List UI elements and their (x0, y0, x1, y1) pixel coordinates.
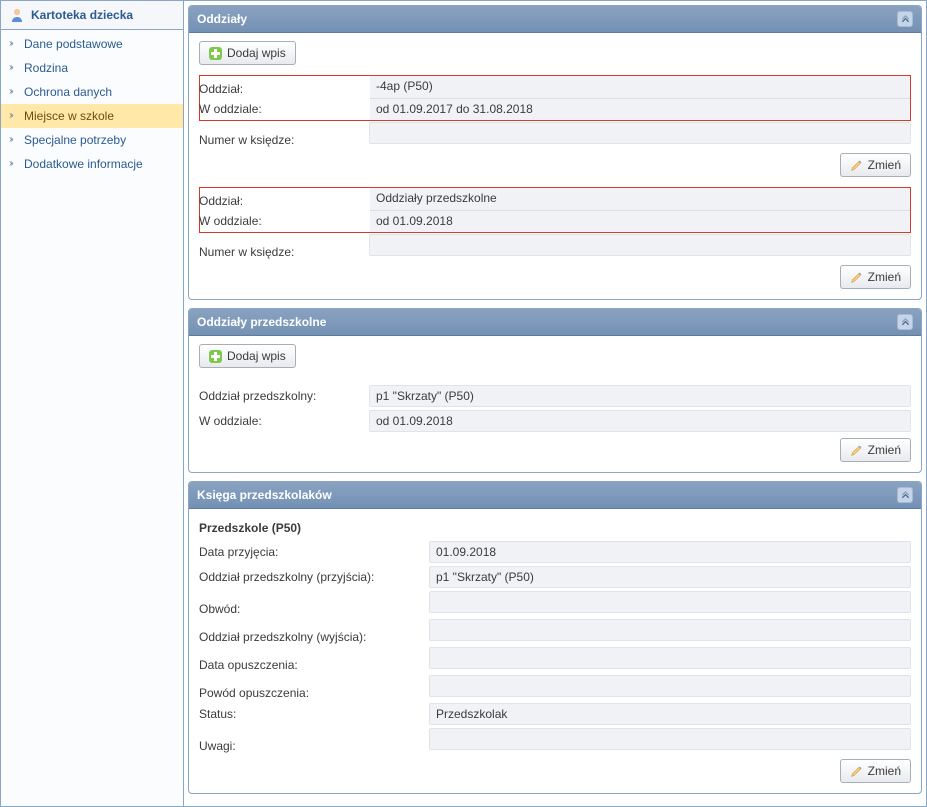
field-value: p1 "Skrzaty" (P50) (429, 566, 911, 588)
field-value (429, 619, 911, 641)
field-value (369, 234, 911, 256)
change-button[interactable]: Zmień (840, 759, 911, 783)
main-content: Oddziały Dodaj wpis Oddział: (184, 1, 926, 806)
panel-oddzialy-przedszkolne: Oddziały przedszkolne Dodaj wpis Oddział… (188, 308, 922, 473)
field-value: od 01.09.2017 do 31.08.2018 (370, 98, 910, 120)
button-label: Zmień (868, 270, 901, 284)
sidebar-item-rodzina[interactable]: ›› Rodzina (1, 56, 183, 80)
button-label: Zmień (868, 764, 901, 778)
sidebar-item-label: Dodatkowe informacje (24, 157, 143, 171)
field-value (429, 675, 911, 697)
field-value: 01.09.2018 (429, 541, 911, 563)
chevron-right-icon: ›› (9, 86, 18, 97)
panel-header: Oddziały (189, 6, 921, 33)
sidebar: Kartoteka dziecka ›› Dane podstawowe ›› … (1, 1, 184, 806)
field-label: Status: (199, 707, 429, 721)
button-label: Dodaj wpis (227, 46, 286, 60)
field-value: od 01.09.2018 (370, 210, 910, 232)
field-value (429, 647, 911, 669)
button-label: Zmień (868, 158, 901, 172)
change-button[interactable]: Zmień (840, 265, 911, 289)
plus-icon (209, 47, 222, 60)
collapse-button[interactable] (897, 314, 913, 330)
pencil-icon (850, 765, 863, 778)
panel-header: Księga przedszkolaków (189, 482, 921, 509)
sidebar-item-ochrona-danych[interactable]: ›› Ochrona danych (1, 80, 183, 104)
field-label: Oddział przedszkolny (wyjścia): (199, 630, 429, 644)
oddzialy-entry: Oddział: -4ap (P50) od 01.09.2017 do 31.… (199, 82, 911, 177)
sidebar-title: Kartoteka dziecka (1, 1, 183, 30)
chevron-right-icon: ›› (9, 62, 18, 73)
field-label: Powód opuszczenia: (199, 686, 429, 700)
pencil-icon (850, 159, 863, 172)
field-value: od 01.09.2018 (369, 410, 911, 432)
field-label: Obwód: (199, 602, 429, 616)
panel-title: Oddziały (197, 12, 247, 26)
field-label: W oddziale: (199, 102, 369, 116)
field-label: Oddział przedszkolny (przyjścia): (199, 570, 429, 584)
sidebar-item-dodatkowe-informacje[interactable]: ›› Dodatkowe informacje (1, 152, 183, 176)
field-value: Przedszkolak (429, 703, 911, 725)
field-label: Numer w księdze: (199, 133, 369, 147)
change-button[interactable]: Zmień (840, 153, 911, 177)
sidebar-item-label: Rodzina (24, 61, 68, 75)
field-label: Uwagi: (199, 739, 429, 753)
field-value (429, 591, 911, 613)
oddzialy-entry: Oddział: Oddziały przedszkolne od 01.09.… (199, 194, 911, 289)
sidebar-item-label: Dane podstawowe (24, 37, 123, 51)
field-value: p1 "Skrzaty" (P50) (369, 385, 911, 407)
sidebar-item-label: Miejsce w szkole (24, 109, 114, 123)
field-label: W oddziale: (199, 214, 369, 228)
field-label: W oddziale: (199, 414, 369, 428)
pencil-icon (850, 444, 863, 457)
field-label: Oddział przedszkolny: (199, 389, 369, 403)
field-value (369, 122, 911, 144)
field-label: Oddział: (199, 82, 369, 96)
chevron-right-icon: ›› (9, 110, 18, 121)
sidebar-item-specjalne-potrzeby[interactable]: ›› Specjalne potrzeby (1, 128, 183, 152)
field-value: Oddziały przedszkolne (370, 188, 910, 210)
panel-title: Oddziały przedszkolne (197, 315, 326, 329)
button-label: Dodaj wpis (227, 349, 286, 363)
chevron-right-icon: ›› (9, 134, 18, 145)
panel-title: Księga przedszkolaków (197, 488, 332, 502)
plus-icon (209, 350, 222, 363)
chevron-right-icon: ›› (9, 38, 18, 49)
sidebar-item-label: Specjalne potrzeby (24, 133, 126, 147)
chevron-up-icon (901, 491, 910, 500)
sidebar-item-dane-podstawowe[interactable]: ›› Dane podstawowe (1, 32, 183, 56)
pencil-icon (850, 271, 863, 284)
field-label: Oddział: (199, 194, 369, 208)
field-value (429, 728, 911, 750)
chevron-up-icon (901, 318, 910, 327)
collapse-button[interactable] (897, 487, 913, 503)
sidebar-list: ›› Dane podstawowe ›› Rodzina ›› Ochrona… (1, 30, 183, 178)
panel-header: Oddziały przedszkolne (189, 309, 921, 336)
add-entry-button[interactable]: Dodaj wpis (199, 344, 296, 368)
button-label: Zmień (868, 443, 901, 457)
field-label: Numer w księdze: (199, 245, 369, 259)
field-label: Data opuszczenia: (199, 658, 429, 672)
sidebar-title-text: Kartoteka dziecka (31, 8, 133, 22)
field-value: -4ap (P50) (370, 76, 910, 98)
chevron-up-icon (901, 15, 910, 24)
chevron-right-icon: ›› (9, 158, 18, 169)
sidebar-item-label: Ochrona danych (24, 85, 112, 99)
panel-ksiega: Księga przedszkolaków Przedszkole (P50) … (188, 481, 922, 794)
collapse-button[interactable] (897, 11, 913, 27)
subsection-title: Przedszkole (P50) (199, 521, 911, 535)
sidebar-item-miejsce-w-szkole[interactable]: ›› Miejsce w szkole (1, 104, 183, 128)
panel-oddzialy: Oddziały Dodaj wpis Oddział: (188, 5, 922, 300)
field-label: Data przyjęcia: (199, 545, 429, 559)
person-icon (9, 7, 25, 23)
change-button[interactable]: Zmień (840, 438, 911, 462)
add-entry-button[interactable]: Dodaj wpis (199, 41, 296, 65)
